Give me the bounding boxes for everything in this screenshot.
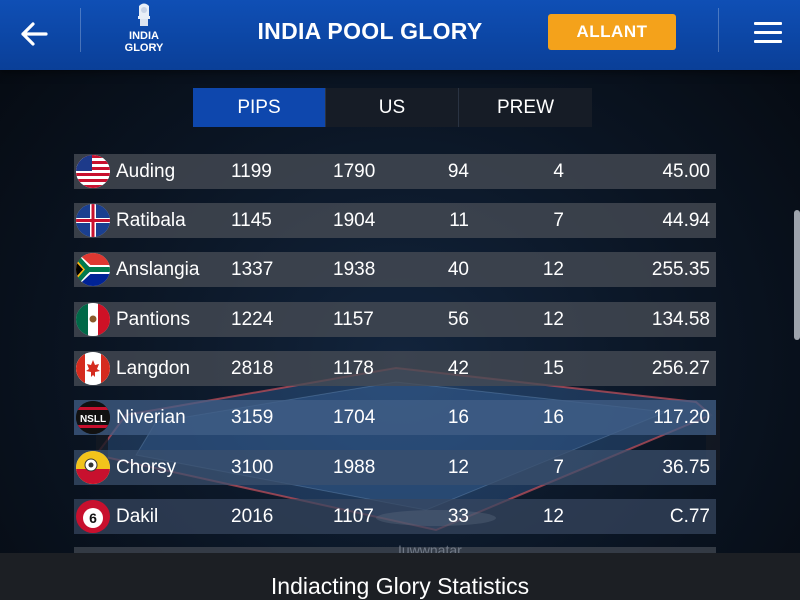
stat-b: 1178 bbox=[333, 357, 374, 379]
table-row[interactable]: NSLL Niverian 3159 1704 16 16 117.20 bbox=[74, 400, 716, 435]
stat-e: 256.27 bbox=[651, 357, 710, 379]
player-name: Chorsy bbox=[116, 456, 177, 478]
stat-d: 16 bbox=[542, 406, 564, 428]
scrollbar-handle[interactable] bbox=[794, 210, 800, 340]
stat-b: 1904 bbox=[333, 209, 376, 231]
stat-a: 1224 bbox=[231, 308, 274, 330]
table-row[interactable]: Pantions 1224 1157 56 12 134.58 bbox=[74, 302, 716, 337]
stat-c: 16 bbox=[447, 406, 469, 428]
table-row[interactable]: Ratibala 1145 1904 11 7 44.94 bbox=[74, 203, 716, 238]
table-row[interactable]: 6 Dakil 2016 1107 33 12 C.77 bbox=[74, 499, 716, 534]
player-name: Niverian bbox=[116, 406, 186, 428]
menu-line bbox=[754, 30, 782, 34]
stat-a: 1337 bbox=[231, 258, 274, 280]
stat-e: 117.20 bbox=[653, 406, 710, 428]
app-logo: INDIA GLORY bbox=[112, 2, 176, 62]
south-africa-flag-icon bbox=[76, 253, 110, 286]
stat-c: 56 bbox=[447, 308, 469, 330]
stat-b: 1107 bbox=[333, 505, 374, 527]
stat-b: 1938 bbox=[333, 258, 376, 280]
blue-cross-flag-icon bbox=[76, 204, 110, 237]
tab-prew[interactable]: PREW bbox=[459, 88, 592, 127]
emblem-icon bbox=[138, 3, 150, 26]
nsll-badge-icon: NSLL bbox=[76, 401, 110, 434]
stat-e: 36.75 bbox=[662, 456, 710, 478]
stat-d: 12 bbox=[542, 258, 564, 280]
stat-c: 11 bbox=[449, 209, 469, 231]
player-name: Langdon bbox=[116, 357, 190, 379]
stat-c: 12 bbox=[447, 456, 469, 478]
player-name: Pantions bbox=[116, 308, 190, 330]
ball-number: 6 bbox=[89, 510, 97, 526]
tab-us[interactable]: US bbox=[326, 88, 459, 127]
stat-b: 1790 bbox=[333, 160, 376, 182]
yellow-red-flag-icon bbox=[76, 451, 110, 484]
page-title: INDIA POOL GLORY bbox=[257, 18, 483, 44]
stat-d: 7 bbox=[553, 209, 564, 231]
stat-c: 94 bbox=[447, 160, 469, 182]
stat-e: 134.58 bbox=[651, 308, 710, 330]
table-row[interactable]: Anslangia 1337 1938 40 12 255.35 bbox=[74, 252, 716, 287]
stat-a: 1145 bbox=[231, 209, 272, 231]
stat-d: 7 bbox=[553, 456, 564, 478]
mexico-flag-icon bbox=[76, 303, 110, 336]
stat-d: 4 bbox=[553, 160, 564, 182]
stat-c: 42 bbox=[447, 357, 469, 379]
logo-text: INDIA GLORY bbox=[124, 30, 164, 54]
stat-e: 45.00 bbox=[662, 160, 710, 182]
header-divider bbox=[718, 8, 719, 52]
bottom-title: Indiacting Glory Statistics bbox=[270, 573, 530, 599]
hamburger-menu-button[interactable] bbox=[748, 14, 788, 50]
table-row[interactable]: Auding 1199 1790 94 4 45.00 bbox=[74, 154, 716, 189]
stat-d: 15 bbox=[542, 357, 564, 379]
stat-d: 12 bbox=[542, 308, 564, 330]
stat-e: C.77 bbox=[669, 505, 710, 527]
stat-b: 1157 bbox=[333, 308, 374, 330]
stat-d: 12 bbox=[542, 505, 564, 527]
stat-a: 2818 bbox=[231, 357, 274, 379]
back-button[interactable] bbox=[14, 14, 54, 54]
stat-a: 1199 bbox=[231, 160, 272, 182]
table-row[interactable]: Chorsy 3100 1988 12 7 36.75 bbox=[74, 450, 716, 485]
stat-e: 44.94 bbox=[662, 209, 710, 231]
menu-line bbox=[754, 21, 782, 25]
ball-6-icon: 6 bbox=[76, 500, 110, 533]
player-name: Dakil bbox=[116, 505, 159, 527]
tab-pips[interactable]: PIPS bbox=[193, 88, 326, 127]
player-name: Ratibala bbox=[116, 209, 186, 231]
stat-c: 40 bbox=[447, 258, 469, 280]
bottom-bar: Indiacting Glory Statistics bbox=[0, 553, 800, 600]
back-arrow-icon bbox=[21, 22, 48, 46]
stat-b: 1704 bbox=[333, 406, 376, 428]
header-divider bbox=[80, 8, 81, 52]
player-name: Anslangia bbox=[116, 258, 200, 280]
nsll-badge-text: NSLL bbox=[80, 414, 106, 425]
stat-c: 33 bbox=[447, 505, 469, 527]
menu-line bbox=[754, 39, 782, 43]
usa-flag-icon bbox=[76, 155, 110, 188]
tab-bar: PIPS US PREW bbox=[193, 88, 592, 127]
table-row[interactable]: Langdon 2818 1178 42 15 256.27 bbox=[74, 351, 716, 386]
stat-b: 1988 bbox=[333, 456, 376, 478]
canada-flag-icon bbox=[76, 352, 110, 385]
app-header: INDIA GLORY INDIA POOL GLORY ALLANT bbox=[0, 0, 800, 70]
stat-a: 3100 bbox=[231, 456, 274, 478]
alert-button[interactable]: ALLANT bbox=[548, 14, 676, 50]
stat-e: 255.35 bbox=[651, 258, 710, 280]
player-name: Auding bbox=[116, 160, 176, 182]
stat-a: 2016 bbox=[231, 505, 274, 527]
stat-a: 3159 bbox=[231, 406, 274, 428]
